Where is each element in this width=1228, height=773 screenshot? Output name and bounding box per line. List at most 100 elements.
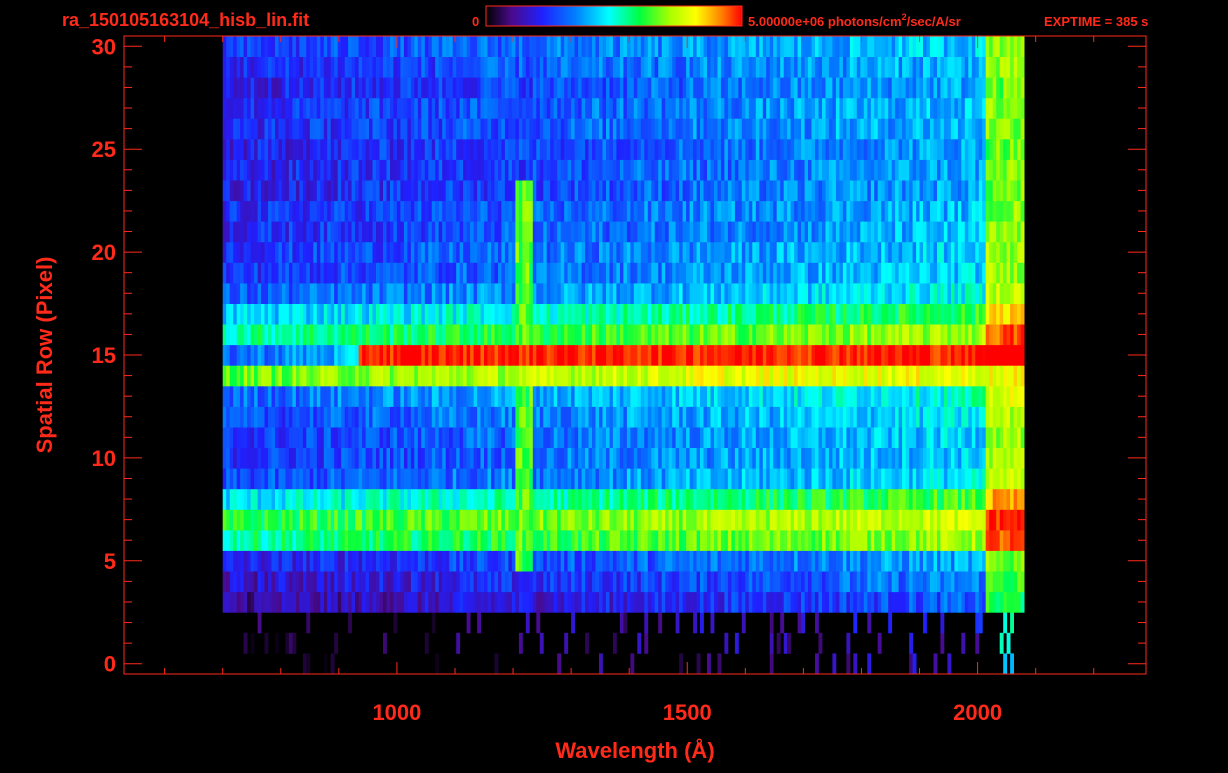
heatmap-cell [985,406,990,428]
heatmap-cell [696,427,701,448]
heatmap-cell [654,529,659,551]
heatmap-cell [999,550,1004,572]
heatmap-cell [884,427,889,448]
heatmap-cell [393,303,398,325]
heatmap-cell [355,180,359,202]
heatmap-cell [975,550,980,572]
heatmap-cell [459,180,464,202]
heatmap-cell [602,509,607,531]
heatmap-cell [738,571,743,593]
heatmap-cell [309,591,314,613]
heatmap-cell [459,262,464,284]
heatmap-cell [762,241,767,263]
heatmap-cell [752,262,757,284]
heatmap-cell [372,283,377,304]
heatmap-cell [250,324,255,346]
heatmap-cell [344,406,349,428]
heatmap-cell [616,303,621,325]
heatmap-cell [313,365,318,387]
heatmap-cell [978,385,983,407]
heatmap-cell [459,324,464,346]
heatmap-cell [769,406,774,428]
heatmap-cell [355,488,359,510]
heatmap-cell [365,303,370,325]
heatmap-cell [783,406,788,428]
heatmap-cell [602,571,607,593]
heatmap-cell [654,283,659,304]
heatmap-cell [564,427,569,448]
heatmap-cell [449,344,454,366]
heatmap-cell [484,550,488,572]
heatmap-cell [442,283,447,304]
heatmap-cell [860,406,865,428]
heatmap-cell [421,550,426,572]
heatmap-cell [668,180,673,202]
heatmap-cell [435,283,440,304]
heatmap-cell [619,241,624,263]
heatmap-cell [344,488,349,510]
heatmap-cell [442,221,447,243]
heatmap-cell [480,385,485,407]
heatmap-cell [578,365,582,387]
heatmap-cell [323,509,328,531]
heatmap-cell [947,406,952,428]
heatmap-cell [313,427,318,448]
heatmap-cell [550,221,555,243]
heatmap-cell [435,591,440,613]
heatmap-cell [515,468,520,490]
heatmap-cell [902,262,906,284]
heatmap-cell [686,427,690,448]
heatmap-cell [724,200,729,222]
heatmap-cell [449,241,454,263]
heatmap-cell [567,571,572,593]
heatmap-cell [271,159,276,181]
heatmap-cell [264,447,269,469]
heatmap-cell [1013,509,1018,531]
heatmap-cell [693,385,697,407]
heatmap-cell [992,385,997,407]
heatmap-cell [233,571,238,593]
heatmap-cell [257,529,262,551]
heatmap-cell [794,571,798,593]
heatmap-cell [616,385,621,407]
heatmap-cell [564,365,569,387]
heatmap-cell [348,591,352,613]
heatmap-cell [881,591,886,613]
heatmap-cell [431,303,436,325]
heatmap-cell [599,283,603,304]
heatmap-cell [386,427,391,448]
heatmap-cell [323,303,328,325]
heatmap-cell [748,427,753,448]
heatmap-cell [916,200,920,222]
heatmap-cell [822,529,826,551]
heatmap-cell [919,241,924,263]
heatmap-cell [863,365,868,387]
heatmap-cell [257,447,262,469]
heatmap-cell [672,571,677,593]
heatmap-cell [424,365,429,387]
heatmap-cell [909,406,913,428]
heatmap-cell [619,200,624,222]
heatmap-cell [254,571,258,593]
heatmap-cell [351,262,356,284]
heatmap-cell [679,262,683,284]
heatmap-cell [672,550,677,572]
heatmap-cell [372,262,377,284]
heatmap-cell [396,427,401,448]
heatmap-cell [654,365,659,387]
heatmap-cell [644,283,649,304]
heatmap-cell [431,427,436,448]
heatmap-cell [257,427,262,448]
heatmap-cell [574,591,579,613]
heatmap-cell [477,488,481,510]
heatmap-cell [578,241,582,263]
heatmap-cell [543,283,548,304]
heatmap-cell [985,241,990,263]
heatmap-cell [369,468,373,490]
heatmap-cell [654,509,659,531]
heatmap-cell [337,488,342,510]
heatmap-cell [870,591,875,613]
heatmap-cell [734,509,739,531]
heatmap-cell [480,365,485,387]
heatmap-cell [240,303,244,325]
